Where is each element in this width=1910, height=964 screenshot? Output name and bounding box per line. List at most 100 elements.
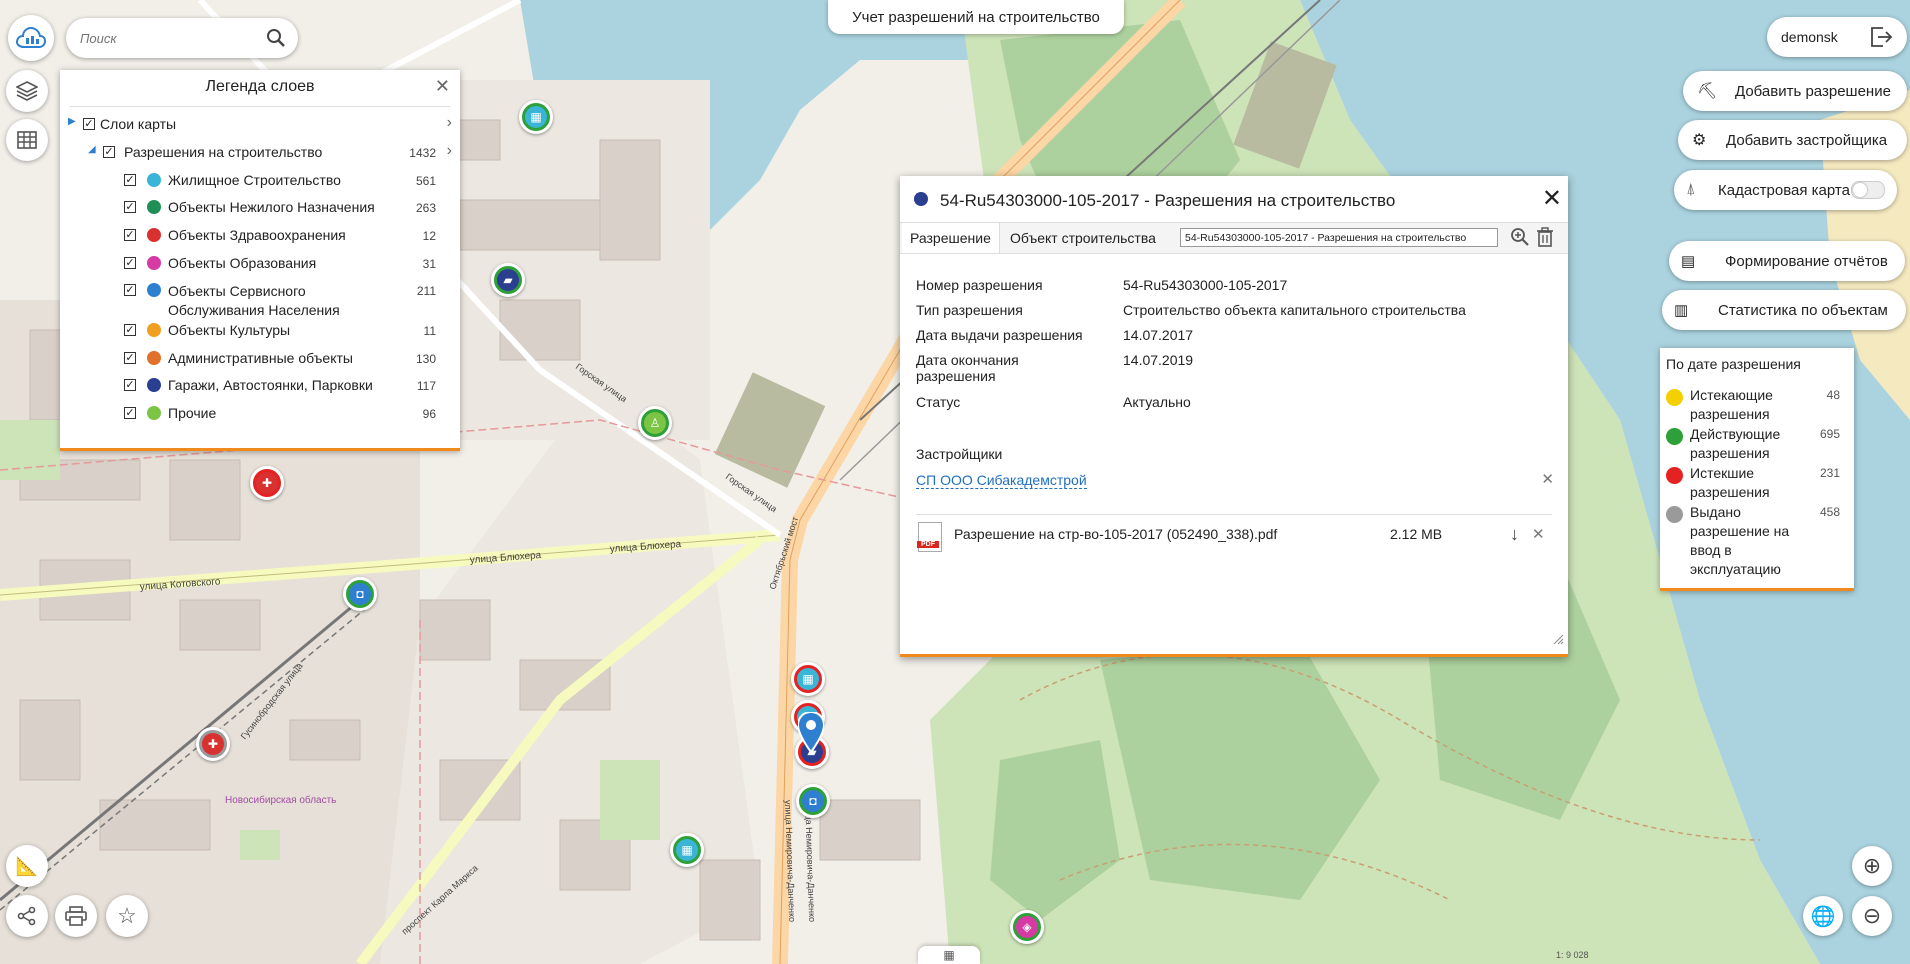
zoom-out-button[interactable]: ⊖ <box>1852 896 1892 936</box>
remove-developer-icon[interactable]: ✕ <box>1541 470 1554 488</box>
legend-layer-label: Гаражи, Автостоянки, Парковки <box>168 377 373 393</box>
residential-icon <box>147 173 161 187</box>
chevron-right-icon[interactable]: › <box>447 142 452 160</box>
field-value: Актуально <box>1123 394 1191 410</box>
checkbox[interactable]: ✓ <box>103 146 115 158</box>
legend-group-map-layers[interactable]: ▶ ✓ Слои карты › <box>60 114 460 136</box>
favorites-button[interactable]: ☆ <box>106 895 148 937</box>
checkbox[interactable]: ✓ <box>124 229 136 241</box>
map-marker-other[interactable]: ♙ <box>638 406 672 440</box>
checkbox[interactable]: ✓ <box>124 174 136 186</box>
checkbox[interactable]: ✓ <box>124 324 136 336</box>
checkbox[interactable]: ✓ <box>124 284 136 296</box>
field-label: Номер разрешения <box>916 277 1043 293</box>
user-name: demonsk <box>1781 29 1838 45</box>
map-marker-healthcare[interactable]: ✚ <box>196 727 230 761</box>
checkbox[interactable]: ✓ <box>83 118 95 130</box>
stat-item[interactable]: Истекшие разрешения 231 <box>1666 464 1848 502</box>
search-box[interactable] <box>66 18 298 58</box>
report-icon: ▤ <box>1681 253 1696 270</box>
user-button[interactable]: demonsk <box>1767 17 1907 57</box>
field-value: 14.07.2017 <box>1123 327 1194 343</box>
map-marker-garage[interactable]: ▰ <box>491 263 525 297</box>
legend-group-permits[interactable]: ◢ ✓ Разрешения на строительство 1432 › <box>60 142 460 164</box>
delete-icon[interactable] <box>1536 227 1554 252</box>
legend-layer-item[interactable]: ✓ Объекты Культуры 11 <box>60 320 460 342</box>
stat-label: Выдано разрешение на ввод в эксплуатацию <box>1690 504 1790 577</box>
download-icon[interactable]: ↓ <box>1510 524 1519 545</box>
search-input[interactable] <box>78 29 252 47</box>
reports-button[interactable]: ▤ Формирование отчётов <box>1669 241 1905 281</box>
add-developer-label: Добавить застройщика <box>1726 131 1888 149</box>
file-name-link[interactable]: Разрешение на стр-во-105-2017 (052490_33… <box>954 526 1277 542</box>
selected-location-pin-icon[interactable] <box>796 710 826 754</box>
developer-link[interactable]: СП ООО Сибакадемстрой <box>916 472 1087 489</box>
print-button[interactable] <box>55 895 97 937</box>
stat-item[interactable]: Истекающие разрешения 48 <box>1666 386 1848 424</box>
healthcare-icon <box>147 228 161 242</box>
stat-count: 48 <box>1826 388 1840 402</box>
legend-layer-item[interactable]: ✓ Гаражи, Автостоянки, Парковки 117 <box>60 375 460 397</box>
logout-icon[interactable] <box>1869 26 1893 48</box>
statistics-button[interactable]: ▥ Статистика по объектам <box>1662 290 1906 330</box>
table-button[interactable] <box>6 119 48 161</box>
share-icon <box>17 906 36 926</box>
legend-layer-item[interactable]: ✓ Объекты Здравоохранения 12 <box>60 225 460 247</box>
map-marker-service[interactable]: ◘ <box>343 577 377 611</box>
bar-chart-icon: ▥ <box>1674 302 1689 319</box>
checkbox[interactable]: ✓ <box>124 379 136 391</box>
map-marker-residential[interactable]: ▦ <box>791 662 825 696</box>
expand-triangle-icon[interactable]: ▶ <box>68 116 76 127</box>
add-permit-button[interactable]: ⛏ Добавить разрешение <box>1683 71 1907 111</box>
legend-layer-count: 12 <box>422 229 436 243</box>
legend-layer-item[interactable]: ✓ Объекты Нежилого Назначения 263 <box>60 197 460 219</box>
chevron-right-icon[interactable]: › <box>447 114 452 132</box>
map-marker-service[interactable]: ◘ <box>796 784 830 818</box>
measure-button[interactable]: 📐 <box>6 845 48 887</box>
resize-handle-icon[interactable] <box>1552 632 1564 650</box>
checkbox[interactable]: ✓ <box>124 201 136 213</box>
map-marker-residential[interactable]: ▦ <box>519 100 553 134</box>
star-icon: ☆ <box>117 903 137 928</box>
toggle-switch[interactable] <box>1851 181 1885 199</box>
legend-layer-item[interactable]: ✓ Административные объекты 130 <box>60 348 460 370</box>
close-icon[interactable]: ✕ <box>435 76 450 97</box>
layers-button[interactable] <box>6 70 48 112</box>
legend-layer-item[interactable]: ✓ Жилищное Строительство 561 <box>60 170 460 192</box>
legend-layer-item[interactable]: ✓ Прочие 96 <box>60 403 460 425</box>
stat-item[interactable]: Действующие разрешения 695 <box>1666 425 1848 463</box>
legend-layer-label: Объекты Сервисного Обслуживания Населени… <box>168 283 340 318</box>
basemap-button[interactable]: 🌐 <box>1803 896 1843 936</box>
add-developer-button[interactable]: ⚙ Добавить застройщика <box>1678 120 1907 160</box>
popup-tab-field[interactable]: 54-Ru54303000-105-2017 - Разрешения на с… <box>1180 228 1498 247</box>
legend-layer-count: 211 <box>416 284 436 298</box>
education-icon <box>147 256 161 270</box>
bottom-panel-toggle[interactable]: ▦ <box>918 946 980 964</box>
map-marker-residential[interactable]: ▦ <box>670 833 704 867</box>
tab-construction-object[interactable]: Объект строительства <box>1004 223 1162 253</box>
remove-file-icon[interactable]: ✕ <box>1532 525 1545 543</box>
field-value: Строительство объекта капитального строи… <box>1123 302 1466 318</box>
zoom-to-icon[interactable] <box>1510 227 1530 252</box>
close-icon[interactable]: ✕ <box>1542 184 1562 213</box>
field-label: Дата выдачи разрешения <box>916 327 1083 343</box>
share-button[interactable] <box>6 895 48 937</box>
print-icon <box>65 906 87 926</box>
zoom-in-button[interactable]: ⊕ <box>1852 846 1892 886</box>
search-icon[interactable] <box>266 28 286 48</box>
checkbox[interactable]: ✓ <box>124 352 136 364</box>
stats-title: По дате разрешения <box>1666 356 1801 372</box>
cloud-logo-button[interactable] <box>8 15 54 61</box>
collapse-triangle-icon[interactable]: ◢ <box>88 144 96 155</box>
map-marker-education[interactable]: ◈ <box>1010 910 1044 944</box>
tab-permit[interactable]: Разрешение <box>902 223 1000 253</box>
stat-item[interactable]: Выдано разрешение на ввод в эксплуатацию… <box>1666 503 1848 581</box>
checkbox[interactable]: ✓ <box>124 257 136 269</box>
compass-icon: ⍋ <box>1686 181 1696 198</box>
cadastral-map-toggle[interactable]: ⍋ Кадастровая карта <box>1674 170 1897 210</box>
checkbox[interactable]: ✓ <box>124 407 136 419</box>
legend-layer-item[interactable]: ✓ Объекты Образования 31 <box>60 253 460 275</box>
legend-layer-item[interactable]: ✓ Объекты Сервисного Обслуживания Населе… <box>60 280 460 320</box>
map-marker-healthcare[interactable]: ✚ <box>250 466 284 500</box>
reports-label: Формирование отчётов <box>1725 252 1888 270</box>
